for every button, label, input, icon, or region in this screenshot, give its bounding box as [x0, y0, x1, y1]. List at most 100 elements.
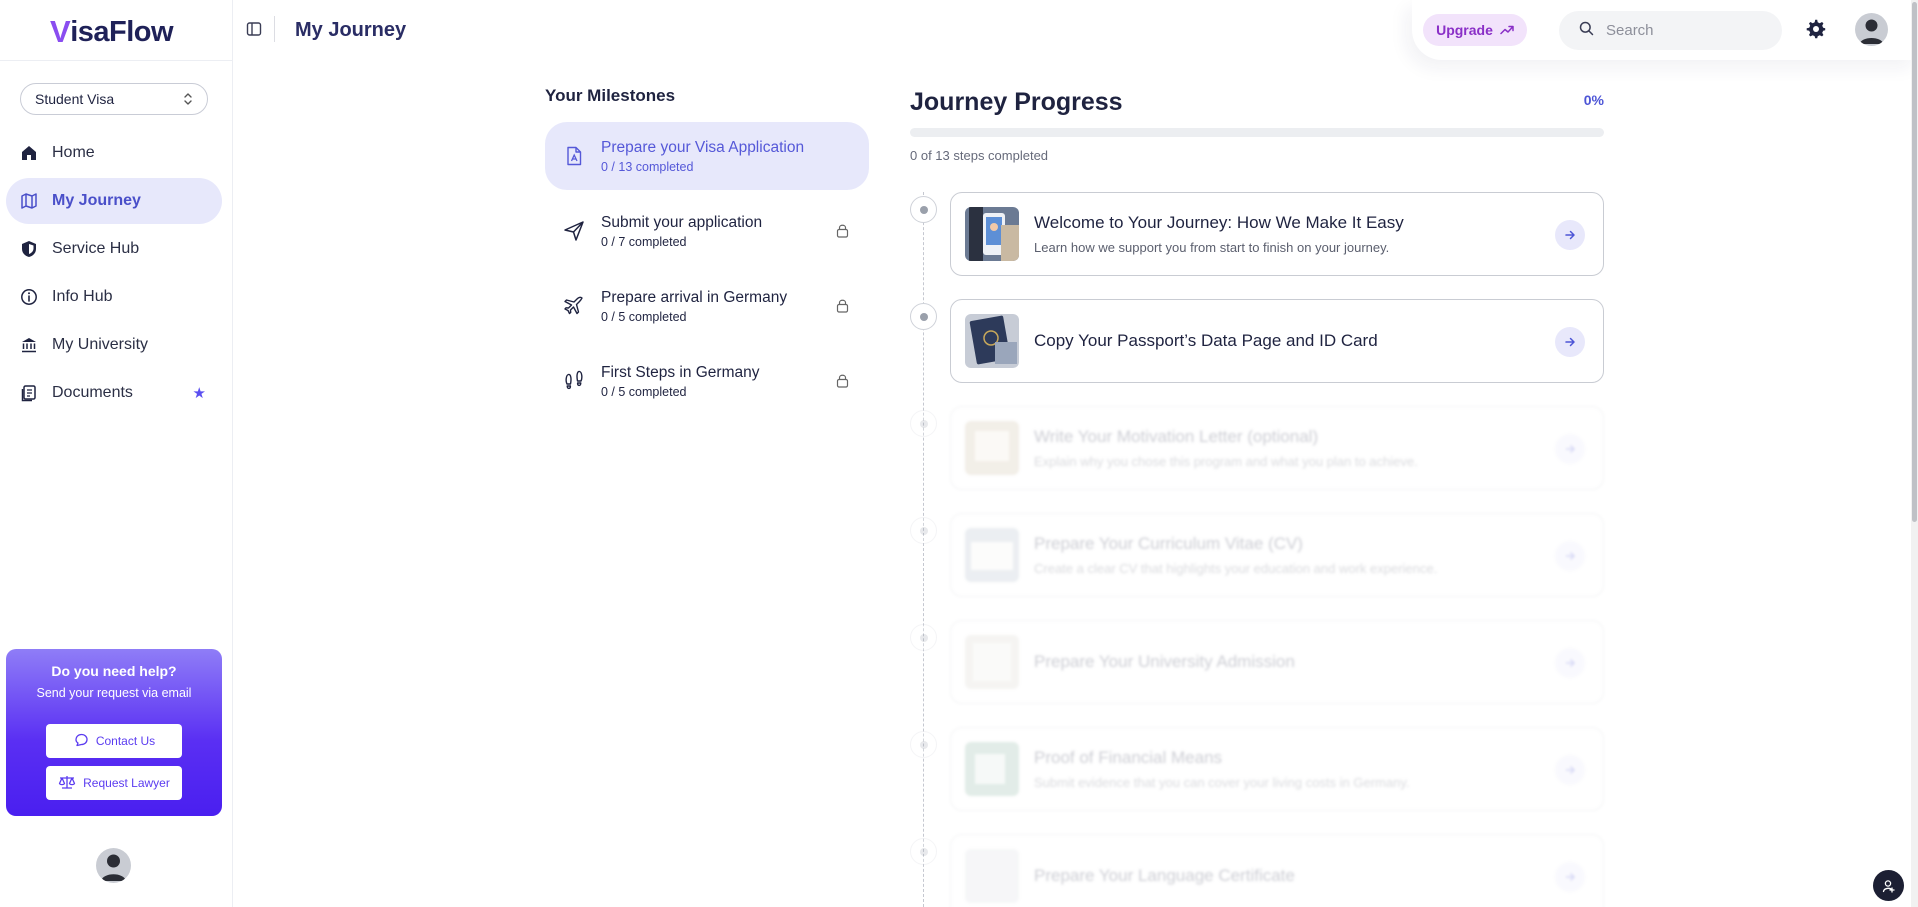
sidebar-item-info-hub[interactable]: Info Hub	[6, 274, 222, 320]
step-status-dot	[910, 838, 937, 865]
home-icon	[20, 144, 38, 162]
milestone-item-submit-application[interactable]: Submit your application 0 / 7 completed	[545, 197, 869, 265]
arrow-right-icon[interactable]	[1555, 755, 1585, 785]
contact-us-button[interactable]: Contact Us	[46, 724, 182, 758]
sidebar-item-home[interactable]: Home	[6, 130, 222, 176]
search-bar	[1559, 11, 1782, 50]
step-title: Welcome to Your Journey: How We Make It …	[1034, 213, 1404, 232]
step-thumbnail-image	[965, 849, 1019, 903]
step-title: Prepare Your University Admission	[1034, 652, 1295, 671]
arrow-right-icon[interactable]	[1555, 327, 1585, 357]
gear-icon[interactable]	[1806, 19, 1826, 39]
help-subtitle: Send your request via email	[36, 686, 192, 700]
sidebar-item-my-university[interactable]: My University	[6, 322, 222, 368]
step-card[interactable]: Prepare Your Language Certificate	[950, 834, 1604, 907]
step-description: Explain why you chose this program and w…	[1034, 454, 1418, 469]
sidebar-item-documents[interactable]: Documents ★	[6, 370, 222, 416]
step-thumbnail-image	[965, 742, 1019, 796]
arrow-right-icon[interactable]	[1555, 434, 1585, 464]
sidebar-divider	[0, 60, 233, 61]
arrow-right-icon[interactable]	[1555, 648, 1585, 678]
step-card[interactable]: Write Your Motivation Letter (optional) …	[950, 406, 1604, 490]
star-icon[interactable]: ★	[193, 384, 206, 402]
step-card[interactable]: Prepare Your University Admission	[950, 620, 1604, 704]
step-card[interactable]: Copy Your Passport’s Data Page and ID Ca…	[950, 299, 1604, 383]
sidebar-toggle-icon[interactable]	[246, 21, 262, 37]
map-icon	[20, 192, 38, 210]
visa-type-select[interactable]: Student Visa	[20, 83, 208, 115]
shield-icon	[20, 240, 38, 258]
profile-avatar[interactable]	[1855, 13, 1888, 46]
chevron-up-down-icon	[183, 92, 193, 106]
milestone-item-first-steps[interactable]: First Steps in Germany 0 / 5 completed	[545, 347, 869, 415]
step-thumbnail-image	[965, 635, 1019, 689]
journey-step: Prepare Your Curriculum Vitae (CV) Creat…	[910, 513, 1610, 597]
step-status-dot	[910, 303, 937, 330]
step-title: Copy Your Passport’s Data Page and ID Ca…	[1034, 331, 1378, 350]
step-card[interactable]: Proof of Financial Means Submit evidence…	[950, 727, 1604, 811]
arrow-right-icon[interactable]	[1555, 220, 1585, 250]
journey-progress-bar	[910, 128, 1604, 137]
footsteps-icon	[563, 370, 585, 392]
send-icon	[563, 220, 585, 242]
user-support-icon[interactable]	[1873, 870, 1904, 901]
logo-initial: V	[50, 14, 71, 49]
sidebar-item-my-journey[interactable]: My Journey	[6, 178, 222, 224]
page-scrollbar[interactable]	[1911, 0, 1918, 907]
step-thumbnail-image	[965, 207, 1019, 261]
trending-up-icon	[1500, 22, 1514, 38]
upgrade-button[interactable]: Upgrade	[1423, 14, 1527, 46]
journey-step: Proof of Financial Means Submit evidence…	[910, 727, 1610, 811]
step-description: Learn how we support you from start to f…	[1034, 240, 1390, 255]
help-title: Do you need help?	[51, 663, 177, 679]
journey-step: Prepare Your Language Certificate	[910, 834, 1610, 907]
document-icon	[563, 145, 585, 167]
lock-icon	[836, 298, 849, 313]
journey-step: Welcome to Your Journey: How We Make It …	[910, 192, 1610, 276]
scrollbar-thumb[interactable]	[1912, 2, 1917, 522]
journey-progress-title: Journey Progress	[910, 88, 1123, 116]
page-title: My Journey	[295, 19, 407, 41]
journey-progress-percent: 0%	[1583, 92, 1604, 108]
journey-step: Prepare Your University Admission	[910, 620, 1610, 704]
step-status-dot	[910, 196, 937, 223]
step-status-dot	[910, 731, 937, 758]
arrow-right-icon[interactable]	[1555, 862, 1585, 892]
sidebar-item-label: My University	[52, 336, 149, 353]
help-card: Do you need help? Send your request via …	[6, 649, 222, 816]
milestones-title: Your Milestones	[545, 86, 676, 105]
milestone-item-prepare-visa[interactable]: Prepare your Visa Application 0 / 13 com…	[545, 122, 869, 190]
search-icon	[1579, 21, 1594, 41]
sidebar-item-service-hub[interactable]: Service Hub	[6, 226, 222, 272]
sidebar-nav: Home My Journey Service Hub Info Hub My …	[6, 130, 222, 418]
step-title: Proof of Financial Means	[1034, 748, 1223, 767]
milestones-list: Prepare your Visa Application 0 / 13 com…	[545, 122, 869, 422]
app-logo[interactable]: VisaFlow	[50, 14, 174, 50]
journey-step: Write Your Motivation Letter (optional) …	[910, 406, 1610, 490]
step-thumbnail-image	[965, 314, 1019, 368]
request-lawyer-button[interactable]: Request Lawyer	[46, 766, 182, 800]
step-description: Create a clear CV that highlights your e…	[1034, 561, 1438, 576]
step-card[interactable]: Welcome to Your Journey: How We Make It …	[950, 192, 1604, 276]
arrow-right-icon[interactable]	[1555, 541, 1585, 571]
sidebar-item-label: Service Hub	[52, 240, 140, 257]
documents-icon	[20, 384, 38, 402]
scales-icon	[58, 774, 76, 793]
milestone-title: Prepare your Visa Application	[601, 138, 805, 156]
milestone-count: 0 / 5 completed	[601, 309, 687, 324]
search-input[interactable]	[1606, 22, 1756, 39]
step-status-dot	[910, 624, 937, 651]
milestone-count: 0 / 7 completed	[601, 234, 687, 249]
journey-steps-count: 0 of 13 steps completed	[910, 148, 1049, 163]
milestone-title: First Steps in Germany	[601, 363, 760, 381]
milestone-item-prepare-arrival[interactable]: Prepare arrival in Germany 0 / 5 complet…	[545, 272, 869, 340]
milestone-count: 0 / 5 completed	[601, 384, 687, 399]
sidebar-item-label: Info Hub	[52, 288, 113, 305]
step-description: Submit evidence that you can cover your …	[1034, 775, 1410, 790]
milestone-count: 0 / 13 completed	[601, 159, 694, 174]
step-card[interactable]: Prepare Your Curriculum Vitae (CV) Creat…	[950, 513, 1604, 597]
lock-icon	[836, 373, 849, 388]
user-avatar[interactable]	[96, 848, 131, 883]
sidebar-item-label: Documents	[52, 384, 133, 401]
info-icon	[20, 288, 38, 306]
